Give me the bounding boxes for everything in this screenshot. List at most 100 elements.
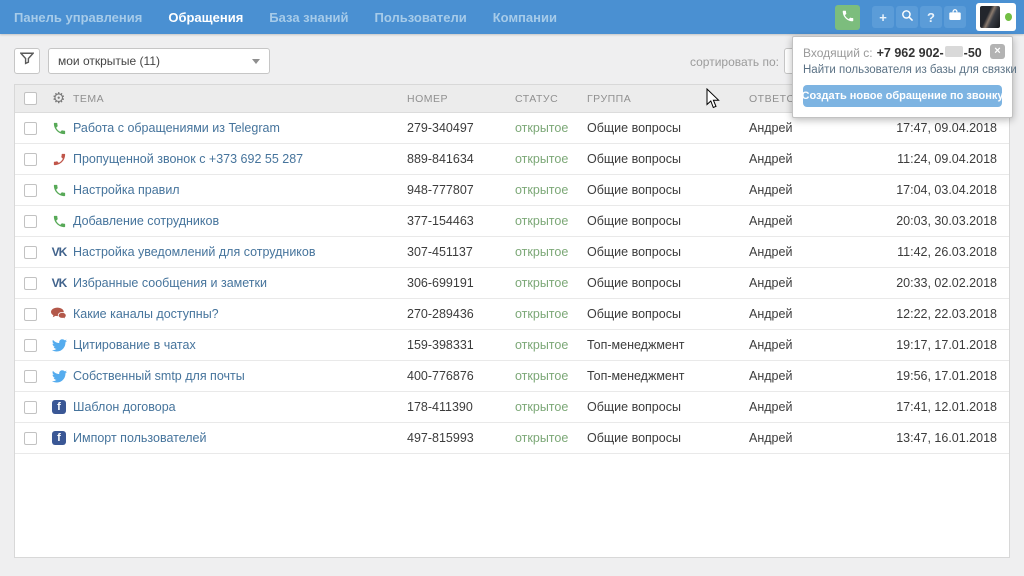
vk-icon: VK	[52, 276, 67, 290]
ticket-assignee: Андрей	[749, 121, 859, 135]
ticket-topic-link[interactable]: Цитирование в чатах	[73, 338, 196, 352]
ticket-status: открытое	[515, 369, 587, 383]
ticket-topic-link[interactable]: Работа с обращениями из Telegram	[73, 121, 280, 135]
nav-item-2[interactable]: Обращения	[168, 10, 243, 25]
ticket-row[interactable]: VKНастройка уведомлений для сотрудников3…	[15, 237, 1009, 268]
nav-item-3[interactable]: База знаний	[269, 10, 348, 25]
online-status-dot	[1005, 13, 1012, 21]
ticket-topic-link[interactable]: Избранные сообщения и заметки	[73, 276, 267, 290]
ticket-topic-link[interactable]: Добавление сотрудников	[73, 214, 219, 228]
ticket-assignee: Андрей	[749, 245, 859, 259]
row-checkbox[interactable]	[24, 308, 37, 321]
row-checkbox[interactable]	[24, 370, 37, 383]
user-avatar[interactable]	[976, 3, 1016, 31]
facebook-icon: f	[52, 431, 66, 445]
ticket-row[interactable]: Какие каналы доступны?270-289436открытое…	[15, 299, 1009, 330]
view-filter-dropdown[interactable]: мои открытые (11)	[48, 48, 270, 74]
ticket-date: 17:41, 12.01.2018	[859, 400, 1009, 414]
row-checkbox[interactable]	[24, 122, 37, 135]
ticket-number: 889-841634	[407, 152, 515, 166]
table-body: Работа с обращениями из Telegram279-3404…	[15, 113, 1009, 454]
header-group: ГРУППА	[587, 93, 749, 105]
ticket-status: открытое	[515, 400, 587, 414]
tickets-panel: ⚙ ТЕМА НОМЕР СТАТУС ГРУППА ОТВЕТСТВЕННЫЙ…	[14, 84, 1010, 558]
question-icon: ?	[927, 10, 935, 25]
ticket-date: 13:47, 16.01.2018	[859, 431, 1009, 445]
ticket-row[interactable]: Цитирование в чатах159-398331открытоеТоп…	[15, 330, 1009, 361]
header-topic: ТЕМА	[73, 93, 407, 105]
row-checkbox[interactable]	[24, 277, 37, 290]
ticket-topic-link[interactable]: Пропущенной звонок с +373 692 55 287	[73, 152, 303, 166]
ticket-status: открытое	[515, 276, 587, 290]
ticket-group: Топ-менеджмент	[587, 338, 749, 352]
ticket-assignee: Андрей	[749, 152, 859, 166]
ticket-group: Общие вопросы	[587, 121, 749, 135]
ticket-topic-link[interactable]: Какие каналы доступны?	[73, 307, 219, 321]
ticket-assignee: Андрей	[749, 276, 859, 290]
ticket-topic-link[interactable]: Собственный smtp для почты	[73, 369, 245, 383]
ticket-status: открытое	[515, 121, 587, 135]
row-checkbox[interactable]	[24, 432, 37, 445]
ticket-number: 948-777807	[407, 183, 515, 197]
ticket-topic-link[interactable]: Шаблон договора	[73, 400, 176, 414]
gear-icon[interactable]: ⚙	[52, 91, 66, 106]
channel-cell	[45, 183, 73, 198]
nav-item-1[interactable]: Панель управления	[14, 10, 142, 25]
create-ticket-from-call-button[interactable]: Создать новое обращение по звонку	[803, 85, 1002, 107]
row-checkbox[interactable]	[24, 153, 37, 166]
ticket-number: 400-776876	[407, 369, 515, 383]
caller-phone-number: +7 962 902--50	[877, 46, 982, 60]
row-checkbox[interactable]	[24, 246, 37, 259]
channel-cell	[45, 307, 73, 321]
row-checkbox-cell	[15, 339, 45, 352]
ticket-assignee: Андрей	[749, 369, 859, 383]
help-button[interactable]: ?	[920, 6, 942, 28]
twitter-icon	[52, 370, 67, 383]
ticket-row[interactable]: Добавление сотрудников377-154463открытое…	[15, 206, 1009, 237]
ticket-date: 20:33, 02.02.2018	[859, 276, 1009, 290]
ticket-status: открытое	[515, 152, 587, 166]
row-checkbox[interactable]	[24, 215, 37, 228]
ticket-group: Общие вопросы	[587, 214, 749, 228]
channel-cell: VK	[45, 245, 73, 259]
nav-item-5[interactable]: Компании	[493, 10, 557, 25]
nav-items: Панель управления Обращения База знаний Пол…	[14, 10, 583, 25]
avatar-photo	[980, 6, 1000, 28]
ticket-row[interactable]: fШаблон договора178-411390открытоеОбщие …	[15, 392, 1009, 423]
briefcase-button[interactable]	[944, 6, 966, 28]
ticket-number: 306-699191	[407, 276, 515, 290]
search-button[interactable]	[896, 6, 918, 28]
topic-cell: Какие каналы доступны?	[73, 307, 407, 321]
ticket-number: 159-398331	[407, 338, 515, 352]
ticket-topic-link[interactable]: Настройка правил	[73, 183, 180, 197]
topic-cell: Цитирование в чатах	[73, 338, 407, 352]
row-checkbox[interactable]	[24, 401, 37, 414]
phone-call-button[interactable]	[835, 5, 860, 30]
row-checkbox[interactable]	[24, 339, 37, 352]
ticket-row[interactable]: fИмпорт пользователей497-815993открытоеО…	[15, 423, 1009, 454]
ticket-assignee: Андрей	[749, 307, 859, 321]
twitter-icon	[52, 339, 67, 352]
filter-button[interactable]	[14, 48, 40, 74]
ticket-topic-link[interactable]: Импорт пользователей	[73, 431, 207, 445]
channel-cell	[45, 370, 73, 383]
ticket-row[interactable]: Собственный smtp для почты 400-776876откр…	[15, 361, 1009, 392]
ticket-topic-link[interactable]: Настройка уведомлений для сотрудников	[73, 245, 316, 259]
ticket-row[interactable]: Настройка правил948-777807открытоеОбщие …	[15, 175, 1009, 206]
ticket-row[interactable]: VK Избранные сообщения и заметки 306-69919…	[15, 268, 1009, 299]
ticket-status: открытое	[515, 245, 587, 259]
topic-cell: Пропущенной звонок с +373 692 55 287	[73, 152, 407, 166]
add-button[interactable]: +	[872, 6, 894, 28]
header-number: НОМЕР	[407, 93, 515, 105]
ticket-date: 17:47, 09.04.2018	[859, 121, 1009, 135]
nav-item-4[interactable]: Пользователи	[375, 10, 467, 25]
row-checkbox[interactable]	[24, 184, 37, 197]
funnel-icon	[20, 52, 34, 70]
ticket-row[interactable]: Пропущенной звонок с +373 692 55 287 889-…	[15, 144, 1009, 175]
close-icon[interactable]: ×	[990, 44, 1005, 59]
channel-cell	[45, 121, 73, 136]
phone-redacted-blur	[945, 46, 963, 57]
find-user-link[interactable]: Найти пользователя из базы для связки	[803, 64, 1002, 76]
select-all-checkbox[interactable]	[24, 92, 37, 105]
search-icon	[901, 9, 914, 25]
